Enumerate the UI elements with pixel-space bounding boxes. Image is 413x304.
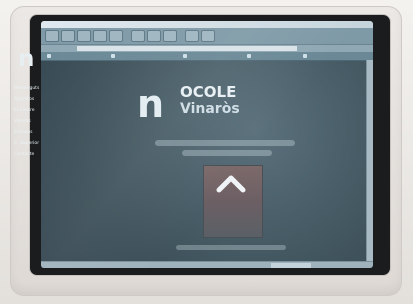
status-bar [41, 261, 373, 268]
blurred-subtitle-line [182, 150, 272, 156]
refresh-button[interactable] [93, 30, 107, 42]
chevron-up-icon [216, 175, 246, 193]
forward-button[interactable] [61, 30, 75, 42]
address-input[interactable] [77, 46, 297, 51]
search-button[interactable] [131, 30, 145, 42]
mail-button[interactable] [185, 30, 199, 42]
print-button[interactable] [201, 30, 215, 42]
browser-toolbar [41, 28, 373, 45]
address-bar [41, 45, 373, 52]
home-button[interactable] [109, 30, 123, 42]
brand-name: OCOLE [180, 83, 237, 101]
window-titlebar [41, 21, 373, 28]
blurred-subtitle-line [155, 140, 295, 146]
sidebar-item-enllacos[interactable]: Enllaços [12, 127, 52, 138]
links-bar [41, 52, 373, 61]
link-icon[interactable] [247, 54, 251, 58]
history-button[interactable] [163, 30, 177, 42]
sidebar-item-el-centre[interactable]: El Centre [12, 105, 52, 116]
stop-button[interactable] [77, 30, 91, 42]
brand-logo-letter: n [137, 82, 164, 126]
link-icon[interactable] [111, 54, 115, 58]
sidebar-item-vinaros[interactable]: Vinaròs [12, 116, 52, 127]
favorites-button[interactable] [147, 30, 161, 42]
sidebar-nav: Benvinguts Aparatos El Centre Vinaròs En… [12, 83, 52, 160]
link-icon[interactable] [303, 54, 307, 58]
sidebar-item-benvinguts[interactable]: Benvinguts [12, 83, 52, 94]
status-zone [271, 263, 311, 268]
blurred-caption [176, 245, 286, 250]
link-icon[interactable] [47, 54, 51, 58]
sidebar-item-contacte[interactable]: Contacte [12, 149, 52, 160]
sidebar-logo[interactable]: n [18, 46, 34, 72]
sidebar-item-aparatos[interactable]: Aparatos [12, 94, 52, 105]
vertical-scrollbar[interactable] [366, 60, 373, 261]
brand-place: Vinaròs [180, 101, 240, 117]
link-icon[interactable] [183, 54, 187, 58]
sidebar-item-c-superior[interactable]: C. Superior [12, 138, 52, 149]
back-button[interactable] [45, 30, 59, 42]
